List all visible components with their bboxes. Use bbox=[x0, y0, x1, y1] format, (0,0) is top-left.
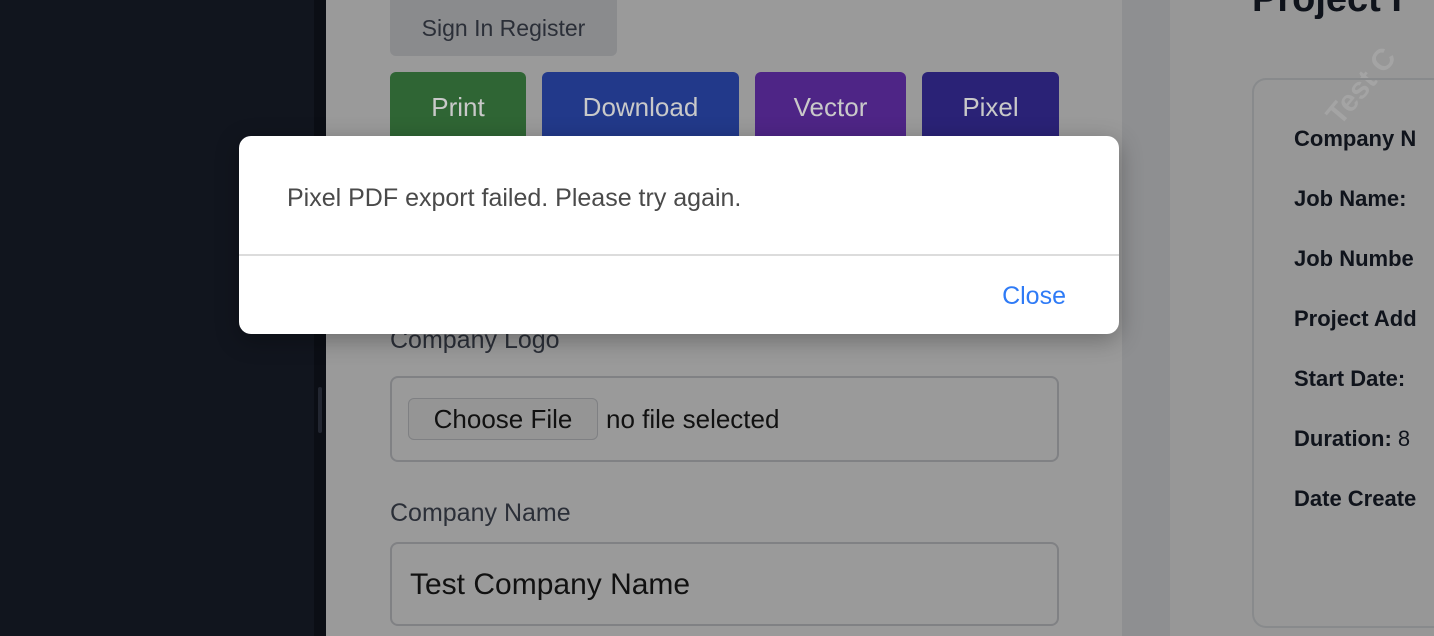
close-button[interactable]: Close bbox=[1002, 282, 1066, 311]
info-row: Company N bbox=[1294, 126, 1417, 151]
choose-file-button[interactable]: Choose File bbox=[408, 398, 598, 440]
vector-button[interactable]: Vector bbox=[755, 72, 906, 142]
info-row: Start Date: bbox=[1294, 366, 1406, 391]
company-name-input[interactable]: Test Company Name bbox=[390, 542, 1059, 626]
info-row: Job Numbe bbox=[1294, 246, 1414, 271]
file-status: no file selected bbox=[606, 404, 780, 434]
preview-panel: Project I Test C Company N Job Name: Job… bbox=[1170, 0, 1434, 636]
dialog-divider bbox=[239, 254, 1119, 256]
download-button[interactable]: Download bbox=[542, 72, 739, 142]
panel-gutter bbox=[1122, 0, 1170, 636]
print-button[interactable]: Print bbox=[390, 72, 526, 142]
info-row: Job Name: bbox=[1294, 186, 1407, 211]
resize-handle[interactable] bbox=[318, 387, 322, 433]
company-logo-input[interactable]: Choose File no file selected bbox=[390, 376, 1059, 462]
info-row: Project Add bbox=[1294, 306, 1417, 331]
info-row: Date Create bbox=[1294, 486, 1417, 511]
sign-in-register-button[interactable]: Sign In Register bbox=[390, 0, 617, 56]
info-row: Duration: 8 bbox=[1294, 426, 1411, 451]
error-dialog: Pixel PDF export failed. Please try agai… bbox=[239, 136, 1119, 334]
project-info-card: Company N Job Name: Job Numbe Project Ad… bbox=[1252, 78, 1434, 628]
company-name-label: Company Name bbox=[390, 499, 571, 527]
preview-title: Project I bbox=[1252, 0, 1402, 21]
pixel-button[interactable]: Pixel bbox=[922, 72, 1059, 142]
error-message: Pixel PDF export failed. Please try agai… bbox=[287, 184, 742, 212]
